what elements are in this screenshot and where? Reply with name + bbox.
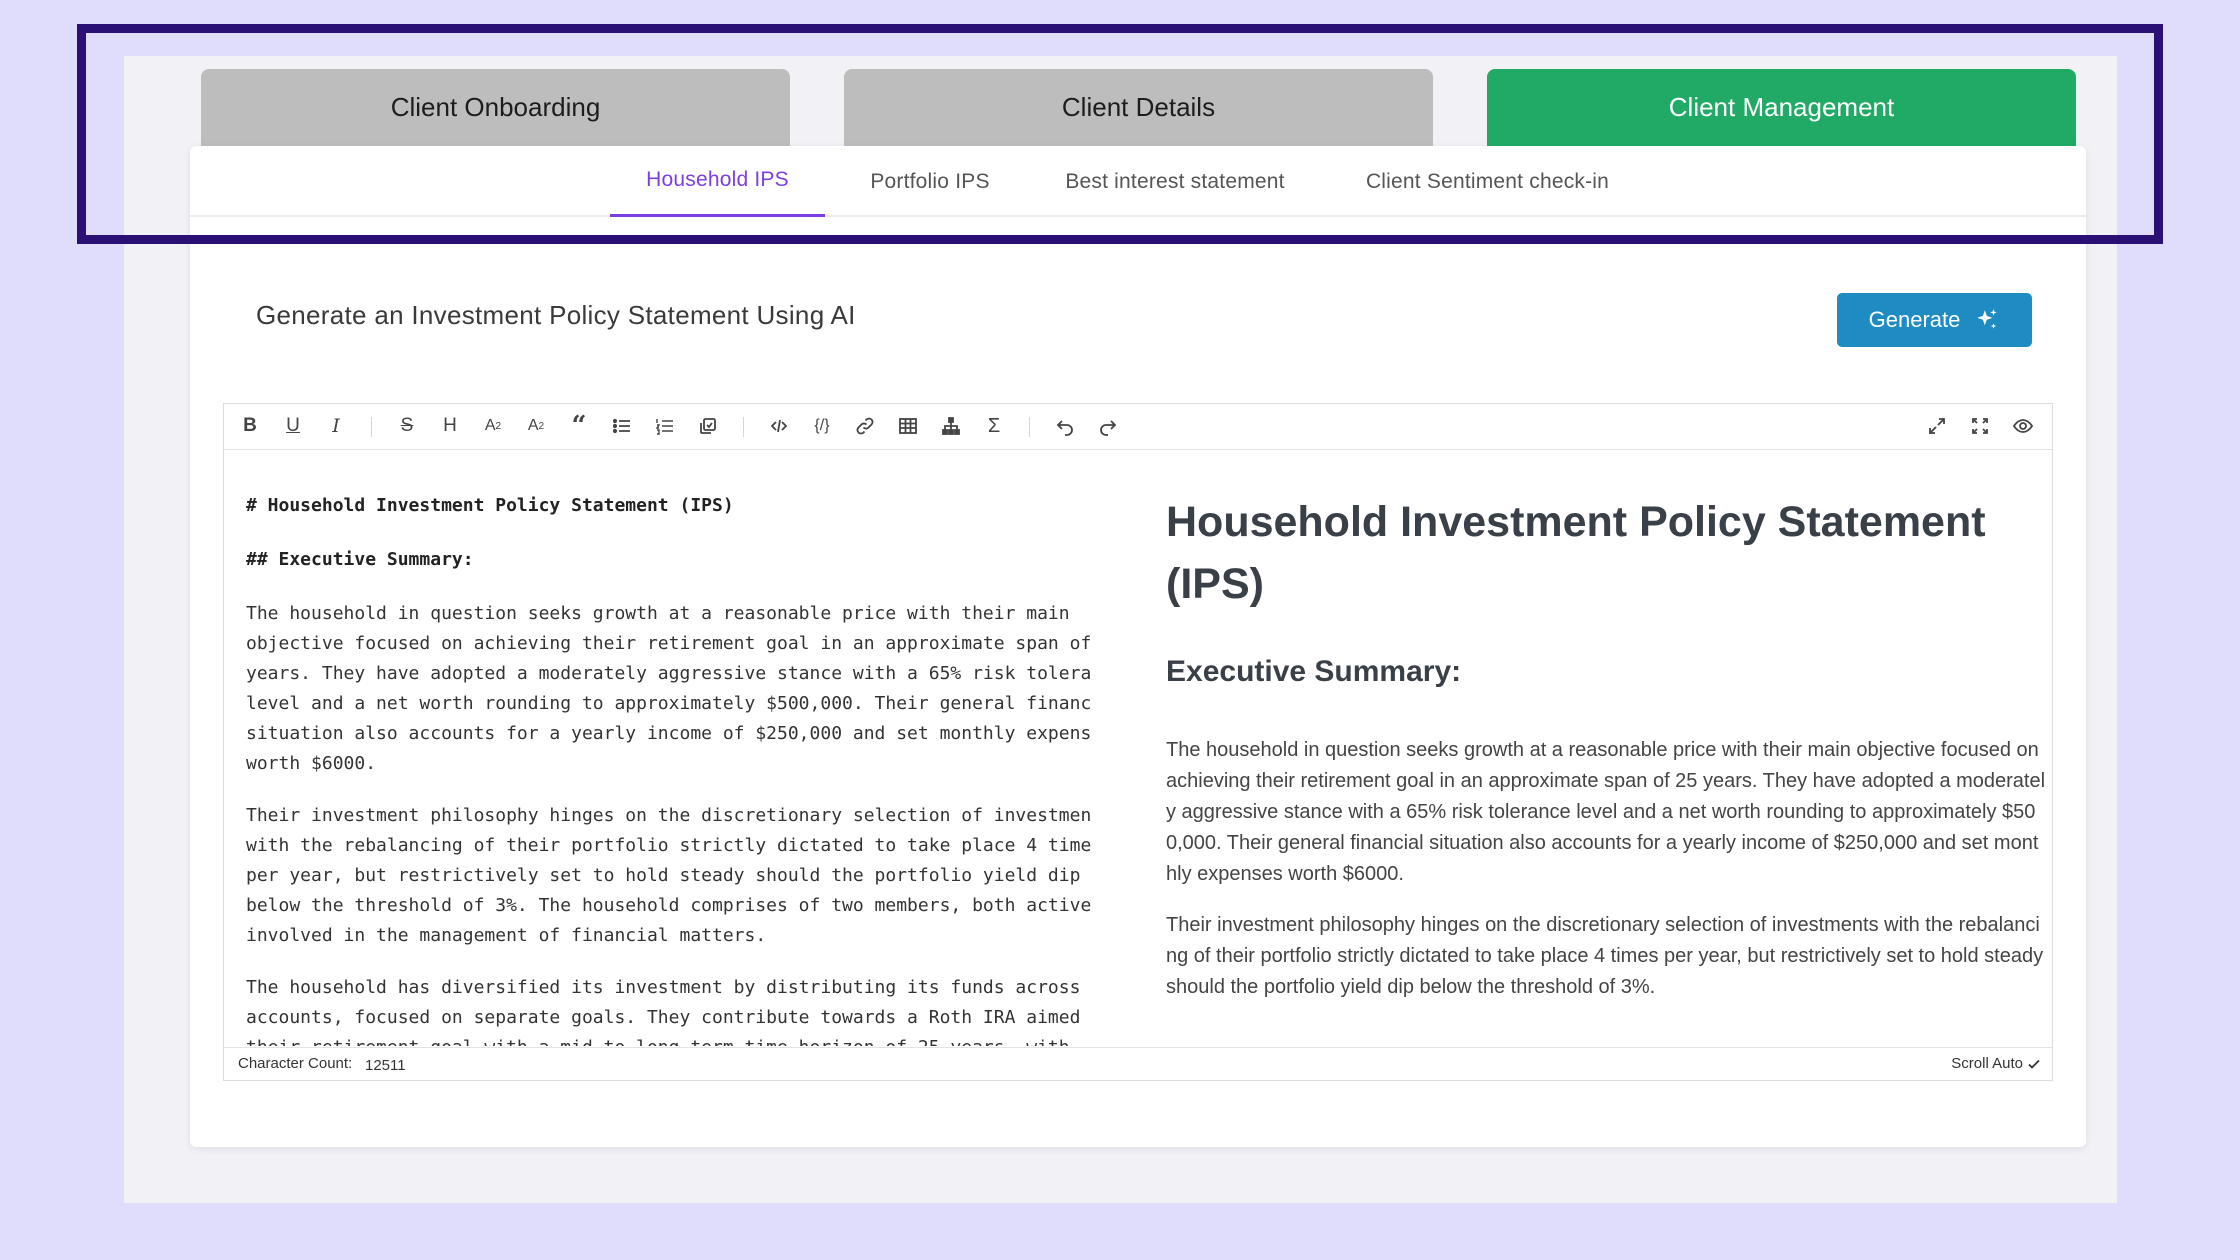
strikethrough-icon[interactable]: S xyxy=(391,410,423,442)
formula-icon[interactable]: Σ xyxy=(978,410,1010,442)
superscript-icon[interactable]: A2 xyxy=(520,410,552,442)
preview-heading-2: Executive Summary: xyxy=(1166,655,1462,688)
subtab-household-ips[interactable]: Household IPS xyxy=(610,146,825,217)
fullscreen-icon[interactable] xyxy=(1964,410,1996,442)
ai-section-heading: Generate an Investment Policy Statement … xyxy=(256,300,856,330)
generate-label: Generate xyxy=(1868,307,1961,332)
scroll-auto-label[interactable]: Scroll Auto xyxy=(1951,1055,2023,1072)
editor-toolbar: B U I S H A2 A2 “ {/} Σ xyxy=(224,404,2052,450)
generate-button[interactable]: Generate xyxy=(1837,293,2032,347)
subtab-portfolio-ips[interactable]: Portfolio IPS xyxy=(840,146,1020,217)
diagram-icon[interactable] xyxy=(935,410,967,442)
markdown-editor: B U I S H A2 A2 “ {/} Σ # Household Inve… xyxy=(223,403,2053,1081)
undo-icon[interactable] xyxy=(1049,410,1081,442)
tab-client-management[interactable]: Client Management xyxy=(1487,69,2076,146)
tab-client-details[interactable]: Client Details xyxy=(844,69,1433,146)
source-heading-1: # Household Investment Policy Statement … xyxy=(246,495,734,516)
preview-heading-1: Household Investment Policy Statement (I… xyxy=(1166,498,1986,608)
table-icon[interactable] xyxy=(892,410,924,442)
source-paragraph: The household has diversified its invest… xyxy=(246,977,1081,1046)
sub-tab-bar: Household IPS Portfolio IPS Best interes… xyxy=(190,146,2086,217)
toolbar-separator xyxy=(1029,417,1030,437)
source-paragraph: The household in question seeks growth a… xyxy=(246,603,1092,774)
bold-icon[interactable]: B xyxy=(234,410,266,442)
link-icon[interactable] xyxy=(849,410,881,442)
subscript-icon[interactable]: A2 xyxy=(477,410,509,442)
checkmark-icon[interactable] xyxy=(2026,1056,2042,1072)
italic-icon[interactable]: I xyxy=(320,410,352,442)
code-icon[interactable] xyxy=(763,410,795,442)
subtab-best-interest-statement[interactable]: Best interest statement xyxy=(1030,146,1320,217)
preview-paragraph: The household in question seeks growth a… xyxy=(1166,739,2046,885)
heading-icon[interactable]: H xyxy=(434,410,466,442)
markdown-preview-pane: Household Investment Policy Statement (I… xyxy=(1166,451,2046,1046)
markdown-source-pane[interactable]: # Household Investment Policy Statement … xyxy=(224,451,1137,1046)
content-card: Household IPS Portfolio IPS Best interes… xyxy=(190,146,2086,1147)
expand-icon[interactable] xyxy=(1921,410,1953,442)
editor-statusbar: Character Count: 12511 Scroll Auto xyxy=(224,1047,2052,1081)
bullet-list-icon[interactable] xyxy=(606,410,638,442)
character-count-value: 12511 xyxy=(365,1057,406,1074)
toolbar-separator xyxy=(743,417,744,437)
numbered-list-icon[interactable] xyxy=(649,410,681,442)
redo-icon[interactable] xyxy=(1092,410,1124,442)
tab-client-onboarding[interactable]: Client Onboarding xyxy=(201,69,790,146)
checklist-icon[interactable] xyxy=(692,410,724,442)
preview-paragraph: Their investment philosophy hinges on th… xyxy=(1166,914,2044,998)
code-block-icon[interactable]: {/} xyxy=(806,410,838,442)
character-count-label: Character Count: xyxy=(238,1055,353,1072)
toolbar-separator xyxy=(371,417,372,437)
subtab-client-sentiment-check-in[interactable]: Client Sentiment check-in xyxy=(1330,146,1645,217)
source-paragraph: Their investment philosophy hinges on th… xyxy=(246,805,1092,946)
preview-eye-icon[interactable] xyxy=(2007,410,2039,442)
underline-icon[interactable]: U xyxy=(277,410,309,442)
source-heading-2: ## Executive Summary: xyxy=(246,549,474,570)
quote-icon[interactable]: “ xyxy=(563,410,595,442)
sparkles-icon xyxy=(1977,309,1998,329)
